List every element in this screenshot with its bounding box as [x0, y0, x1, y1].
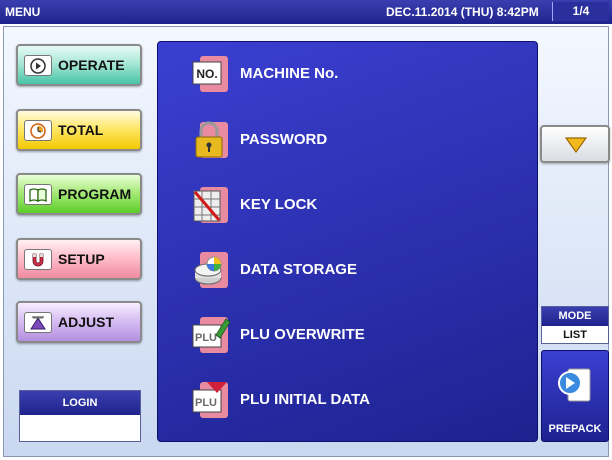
title-bar: MENU DEC.11.2014 (THU) 8:42PM 1/4: [0, 0, 612, 24]
menu-item-label: PASSWORD: [240, 131, 328, 148]
play-circle-icon: [24, 55, 52, 76]
operate-label: OPERATE: [58, 57, 125, 73]
page-indicator: 1/4: [552, 2, 609, 21]
clock-icon: [24, 120, 52, 141]
menu-item-label: PLU OVERWRITE: [240, 326, 365, 343]
prepack-button[interactable]: PREPACK: [541, 350, 609, 442]
window-title: MENU: [5, 5, 41, 19]
mode-value: LIST: [563, 329, 587, 341]
plu-overwrite-icon: PLU: [192, 313, 232, 357]
operate-button[interactable]: OPERATE: [16, 44, 142, 86]
magnet-icon: [24, 249, 52, 270]
book-icon: [24, 184, 52, 205]
ruler-triangle-icon: [24, 312, 52, 333]
prepack-arrow-icon: [556, 363, 596, 412]
mode-label: MODE: [542, 307, 608, 326]
svg-text:PLU: PLU: [195, 332, 217, 344]
data-storage-icon: [192, 248, 232, 292]
program-label: PROGRAM: [58, 186, 132, 202]
prepack-label: PREPACK: [548, 423, 602, 435]
menu-item-label: MACHINE No.: [240, 65, 339, 82]
svg-text:PLU: PLU: [195, 397, 217, 409]
triangle-down-icon: [564, 136, 588, 159]
menu-item-label: KEY LOCK: [240, 196, 318, 213]
menu-item-label: PLU INITIAL DATA: [240, 391, 370, 408]
total-button[interactable]: TOTAL: [16, 109, 142, 151]
login-label: LOGIN: [20, 391, 140, 415]
adjust-button[interactable]: ADJUST: [16, 301, 142, 343]
total-label: TOTAL: [58, 122, 104, 138]
menu-item-label: DATA STORAGE: [240, 261, 357, 278]
setup-button[interactable]: SETUP: [16, 238, 142, 280]
adjust-label: ADJUST: [58, 314, 115, 330]
plu-initial-data-icon: PLU: [192, 378, 232, 422]
login-box[interactable]: LOGIN: [19, 390, 141, 442]
scroll-down-button[interactable]: [540, 125, 610, 163]
program-button[interactable]: PROGRAM: [16, 173, 142, 215]
login-value[interactable]: [20, 415, 140, 441]
machine-number-icon: NO.: [192, 52, 232, 96]
key-lock-icon: [192, 183, 232, 227]
svg-text:NO.: NO.: [196, 67, 217, 81]
datetime-readout: DEC.11.2014 (THU) 8:42PM: [386, 5, 539, 19]
setup-label: SETUP: [58, 251, 105, 267]
mode-box[interactable]: MODE LIST: [541, 306, 609, 344]
padlock-icon: [192, 118, 232, 162]
